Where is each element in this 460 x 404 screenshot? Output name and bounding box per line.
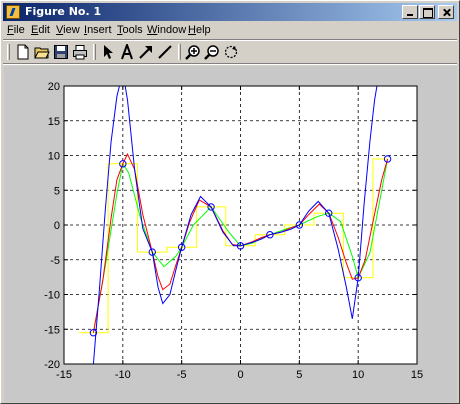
- figure-toolbar: [3, 41, 457, 63]
- toolbar-grip-2[interactable]: [93, 44, 96, 60]
- y-tick-label: 0: [54, 220, 60, 232]
- toolbar-grip[interactable]: [7, 44, 10, 60]
- x-tick-label: 0: [237, 369, 243, 381]
- menu-window[interactable]: Window: [147, 24, 186, 36]
- x-tick-label: 15: [411, 369, 423, 381]
- save-icon[interactable]: [51, 42, 71, 62]
- x-tick-label: -5: [177, 369, 187, 381]
- plot-axes[interactable]: -15 -10 -5 0 5 10 15-20-15-10-505101520: [4, 66, 457, 402]
- x-tick-label: -10: [115, 369, 131, 381]
- y-tick-label: -20: [44, 359, 60, 371]
- toolbar-grip-3[interactable]: [178, 44, 181, 60]
- menu-help[interactable]: Help: [188, 24, 211, 36]
- y-tick-label: 10: [48, 151, 60, 163]
- y-tick-label: -10: [44, 290, 60, 302]
- print-icon[interactable]: [70, 42, 90, 62]
- close-button[interactable]: [438, 5, 454, 19]
- select-arrow-icon[interactable]: [98, 42, 118, 62]
- menu-view[interactable]: View: [56, 24, 80, 36]
- text-icon[interactable]: [117, 42, 137, 62]
- y-tick-label: 20: [48, 81, 60, 93]
- line-tool-icon[interactable]: [155, 42, 175, 62]
- new-file-icon[interactable]: [13, 42, 33, 62]
- matlab-app-icon: [6, 5, 20, 19]
- y-tick-label: -15: [44, 324, 60, 336]
- x-tick-label: 5: [296, 369, 302, 381]
- figure-window: Figure No. 1 File Edit View Insert Tools…: [0, 0, 460, 404]
- zoom-in-icon[interactable]: [183, 42, 203, 62]
- menu-insert[interactable]: Insert: [84, 24, 112, 36]
- zoom-out-icon[interactable]: [202, 42, 222, 62]
- maximize-button[interactable]: [419, 5, 435, 19]
- title-bar[interactable]: Figure No. 1: [3, 3, 457, 21]
- y-tick-label: 15: [48, 116, 60, 128]
- menu-tools[interactable]: Tools: [117, 24, 143, 36]
- x-tick-label: 10: [352, 369, 364, 381]
- open-folder-icon[interactable]: [32, 42, 52, 62]
- y-tick-label: -5: [50, 255, 60, 267]
- minimize-button[interactable]: [402, 5, 418, 19]
- menu-file[interactable]: File: [7, 24, 25, 36]
- rotate-icon[interactable]: [221, 42, 241, 62]
- menu-edit[interactable]: Edit: [31, 24, 50, 36]
- toolbar-separator: [3, 63, 457, 65]
- arrow-tool-icon[interactable]: [136, 42, 156, 62]
- menu-bar: File Edit View Insert Tools Window Help: [3, 22, 457, 39]
- window-title: Figure No. 1: [25, 5, 102, 18]
- y-tick-label: 5: [54, 185, 60, 197]
- figure-canvas: -15 -10 -5 0 5 10 15 -20 -15 -10 -5 0 5 10 15 20: [4, 66, 457, 402]
